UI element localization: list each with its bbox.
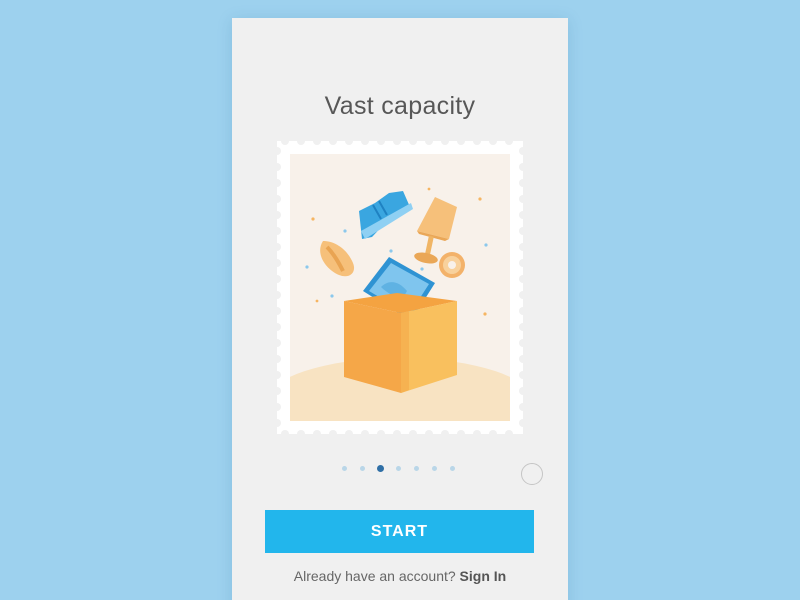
onboarding-screen: Vast capacity START Already have an acco… [232,18,568,600]
page-dot-1[interactable] [342,465,347,471]
page-background: Vast capacity START Already have an acco… [0,0,800,600]
signin-prompt: Already have an account? Sign In [232,568,568,584]
next-circle-button[interactable] [521,463,543,485]
page-title: Vast capacity [324,92,476,120]
page-dot-7[interactable] [450,465,455,471]
box-icon [344,293,457,393]
page-dot-4[interactable] [396,465,401,471]
page-dot-6[interactable] [432,465,437,471]
donut-icon [439,252,465,278]
account-prompt-text: Already have an account? [293,568,456,584]
page-dot-3-active[interactable] [377,464,384,472]
start-button[interactable]: START [265,510,534,553]
page-indicator [342,463,468,473]
sign-in-link[interactable]: Sign In [460,568,507,584]
stamp-illustration [277,141,523,434]
page-dot-2[interactable] [360,465,365,471]
page-dot-5[interactable] [414,465,419,471]
